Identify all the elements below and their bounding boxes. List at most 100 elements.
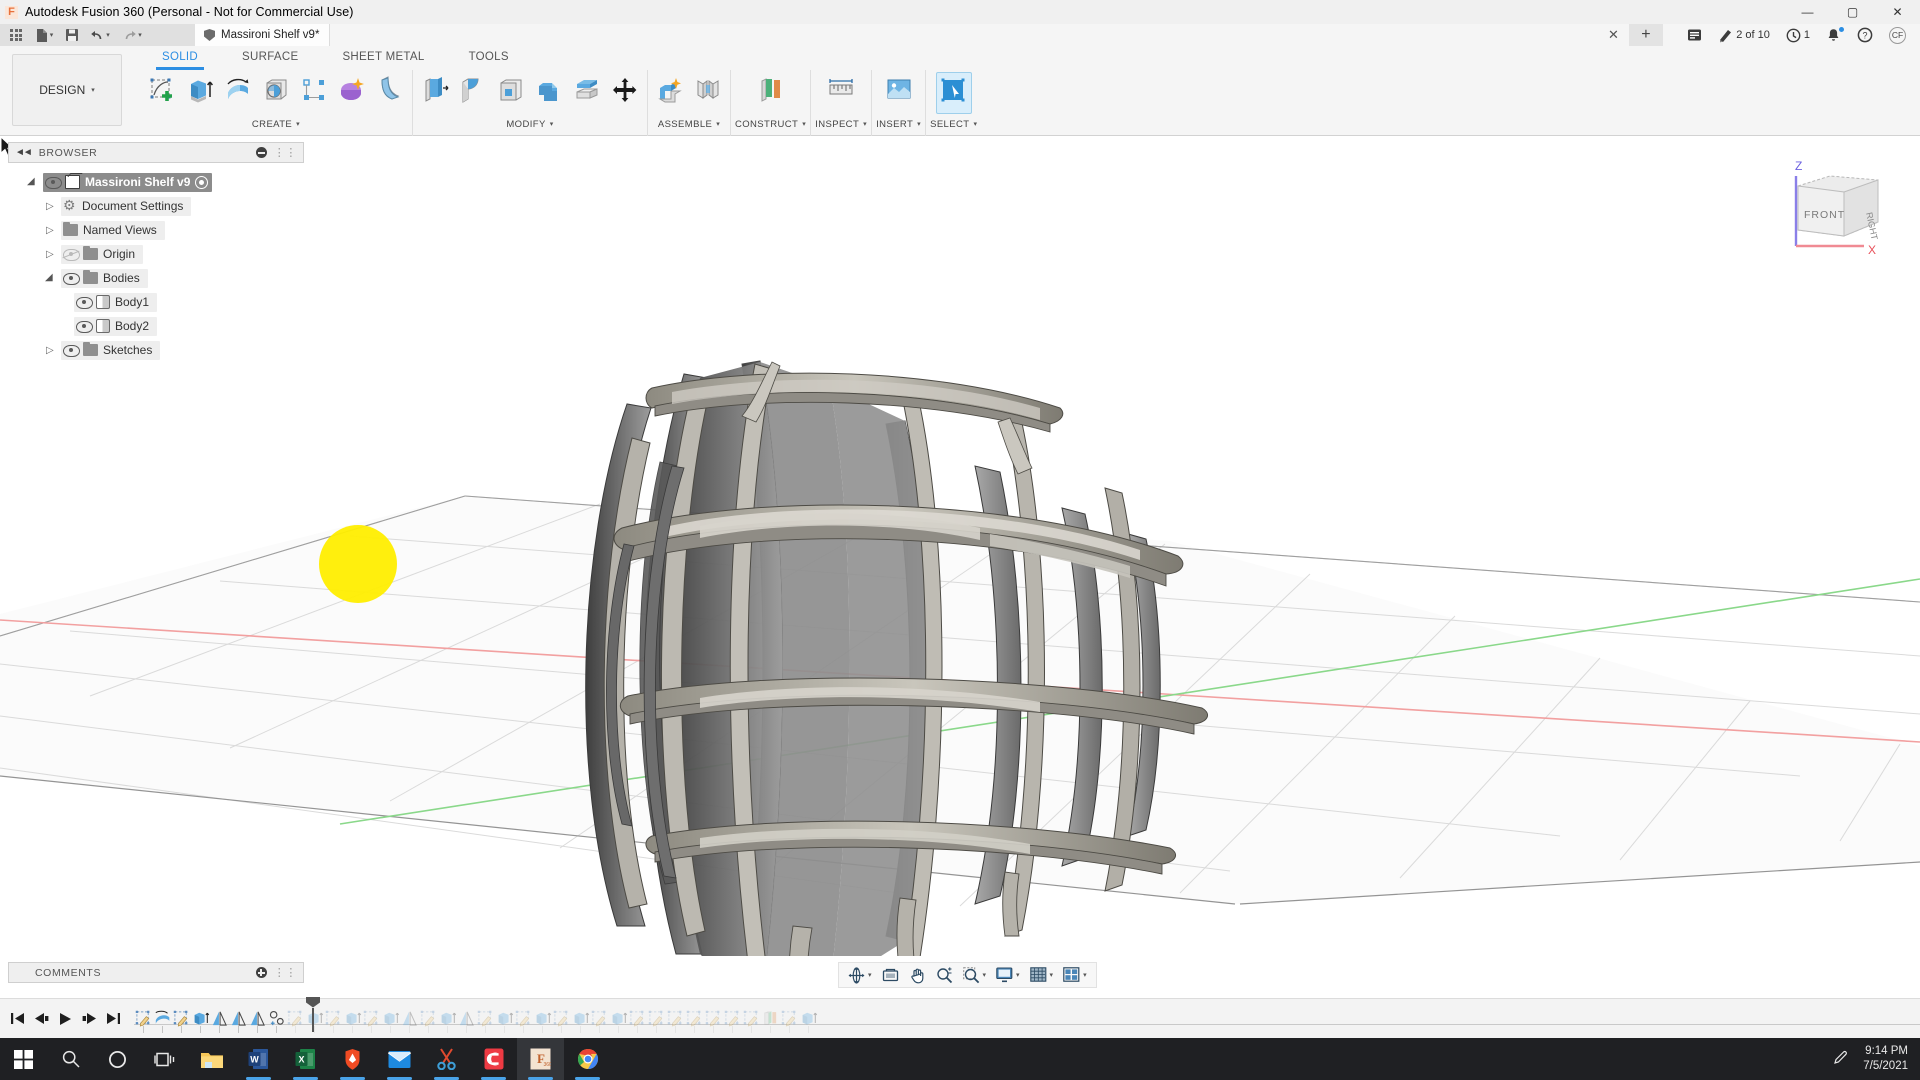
- expand-triangle-icon[interactable]: [44, 200, 56, 212]
- move-copy-button[interactable]: [607, 72, 643, 114]
- panel-label-select[interactable]: SELECT ▾: [930, 116, 977, 132]
- viewports-button[interactable]: ▾: [1058, 963, 1092, 987]
- tree-node-root[interactable]: Massironi Shelf v9: [8, 170, 308, 194]
- tree-node-body2[interactable]: Body2: [8, 314, 308, 338]
- add-comment-icon[interactable]: [256, 967, 267, 978]
- timeline-feature-pending[interactable]: [780, 1006, 799, 1032]
- orbit-button[interactable]: ▾: [843, 963, 877, 987]
- browser-collapse-all-icon[interactable]: [256, 147, 267, 158]
- tree-node-body1[interactable]: Body1: [8, 290, 308, 314]
- activate-component-radio[interactable]: [195, 176, 208, 189]
- pan-button[interactable]: [904, 963, 931, 987]
- timeline-feature-pending[interactable]: [533, 1006, 552, 1032]
- tab-tools[interactable]: TOOLS: [447, 46, 531, 68]
- taskbar-clock[interactable]: 9:14 PM 7/5/2021: [1863, 1044, 1908, 1074]
- browser-grip-icon[interactable]: ⋮⋮: [274, 146, 297, 159]
- comments-grip-icon[interactable]: ⋮⋮: [274, 966, 297, 979]
- revolve-button[interactable]: [220, 72, 256, 114]
- data-panel-button[interactable]: [1679, 24, 1710, 46]
- timeline-feature-pending[interactable]: [438, 1006, 457, 1032]
- timeline-jump-start-button[interactable]: [6, 1006, 28, 1032]
- timeline-feature-pending[interactable]: [761, 1006, 780, 1032]
- timeline-feature-mirror[interactable]: [210, 1006, 229, 1032]
- visibility-eye-off-icon[interactable]: [63, 248, 78, 260]
- panel-label-inspect[interactable]: INSPECT ▾: [815, 116, 867, 132]
- timeline-step-back-button[interactable]: [30, 1006, 52, 1032]
- close-button[interactable]: ✕: [1875, 0, 1920, 24]
- save-button[interactable]: [61, 25, 83, 45]
- timeline-feature-pending[interactable]: [381, 1006, 400, 1032]
- joint-button[interactable]: [690, 72, 726, 114]
- timeline-feature-pending[interactable]: [495, 1006, 514, 1032]
- timeline-feature-pending[interactable]: [400, 1006, 419, 1032]
- workspace-switcher[interactable]: DESIGN ▾: [12, 54, 122, 126]
- app-grid-button[interactable]: [5, 25, 27, 45]
- snip-button[interactable]: [423, 1038, 470, 1080]
- timeline-feature-pending[interactable]: [419, 1006, 438, 1032]
- start-button[interactable]: [0, 1038, 47, 1080]
- tab-surface[interactable]: SURFACE: [220, 46, 320, 68]
- grid-snaps-button[interactable]: ▾: [1025, 963, 1059, 987]
- extrude-button[interactable]: [182, 72, 218, 114]
- measure-button[interactable]: [823, 72, 859, 114]
- help-button[interactable]: ?: [1849, 24, 1881, 46]
- timeline-feature-pending[interactable]: [457, 1006, 476, 1032]
- display-settings-button[interactable]: ▾: [991, 963, 1025, 987]
- file-explorer-button[interactable]: [188, 1038, 235, 1080]
- fusion360-button[interactable]: F360: [517, 1038, 564, 1080]
- timeline-feature-pending[interactable]: [362, 1006, 381, 1032]
- notifications-button[interactable]: [1818, 24, 1849, 46]
- timeline-feature-pending[interactable]: [552, 1006, 571, 1032]
- zoom-window-button[interactable]: ▾: [958, 963, 992, 987]
- timeline-feature-mirror[interactable]: [229, 1006, 248, 1032]
- excel-button[interactable]: X: [282, 1038, 329, 1080]
- timeline-feature-pattern[interactable]: [267, 1006, 286, 1032]
- visibility-eye-icon[interactable]: [63, 344, 78, 356]
- brave-button[interactable]: [329, 1038, 376, 1080]
- view-cube[interactable]: Z X FRONT RIGHT: [1778, 150, 1898, 260]
- timeline-feature-pending[interactable]: [590, 1006, 609, 1032]
- panel-label-create[interactable]: CREATE ▾: [252, 116, 300, 132]
- collapse-browser-icon[interactable]: ◄◄: [15, 147, 31, 158]
- expand-triangle-icon[interactable]: [44, 248, 56, 260]
- tab-solid[interactable]: SOLID: [140, 46, 220, 68]
- tree-node-bodies[interactable]: Bodies: [8, 266, 308, 290]
- tree-node-named-views[interactable]: Named Views: [8, 218, 308, 242]
- visibility-eye-icon[interactable]: [76, 320, 91, 332]
- look-at-button[interactable]: [877, 963, 904, 987]
- visibility-eye-icon[interactable]: [45, 176, 60, 188]
- sweep-button[interactable]: [372, 72, 408, 114]
- new-component-button[interactable]: [652, 72, 688, 114]
- tab-sheet-metal[interactable]: SHEET METAL: [320, 46, 446, 68]
- task-view-button[interactable]: [141, 1038, 188, 1080]
- timeline-feature-pending[interactable]: [609, 1006, 628, 1032]
- document-tab-active[interactable]: Massironi Shelf v9*: [195, 24, 330, 46]
- expand-triangle-icon[interactable]: [44, 272, 56, 284]
- timeline-feature-pending[interactable]: [723, 1006, 742, 1032]
- timeline-feature-pending[interactable]: [286, 1006, 305, 1032]
- combine-button[interactable]: [531, 72, 567, 114]
- offset-plane-button[interactable]: [753, 72, 789, 114]
- timeline-play-button[interactable]: [54, 1006, 76, 1032]
- word-button[interactable]: W: [235, 1038, 282, 1080]
- new-tab-button[interactable]: +: [1629, 24, 1663, 46]
- timeline-feature-pending[interactable]: [476, 1006, 495, 1032]
- chrome-button[interactable]: [564, 1038, 611, 1080]
- shell-button[interactable]: [493, 72, 529, 114]
- visibility-eye-icon[interactable]: [63, 272, 78, 284]
- timeline-feature-pending[interactable]: [324, 1006, 343, 1032]
- cortana-button[interactable]: [94, 1038, 141, 1080]
- sphere-button[interactable]: [258, 72, 294, 114]
- visibility-eye-icon[interactable]: [76, 296, 91, 308]
- panel-label-assemble[interactable]: ASSEMBLE ▾: [658, 116, 720, 132]
- timeline-feature-pending[interactable]: [571, 1006, 590, 1032]
- tree-node-sketches[interactable]: Sketches: [8, 338, 308, 362]
- undo-button[interactable]: ▾: [85, 25, 115, 45]
- timeline-feature-pending[interactable]: [628, 1006, 647, 1032]
- timeline-track[interactable]: [134, 999, 1920, 1039]
- timeline-feature-sketch[interactable]: [172, 1006, 191, 1032]
- select-button[interactable]: [936, 72, 972, 114]
- tree-node-origin[interactable]: Origin: [8, 242, 308, 266]
- timeline-feature-mirror[interactable]: [248, 1006, 267, 1032]
- loft-button[interactable]: [334, 72, 370, 114]
